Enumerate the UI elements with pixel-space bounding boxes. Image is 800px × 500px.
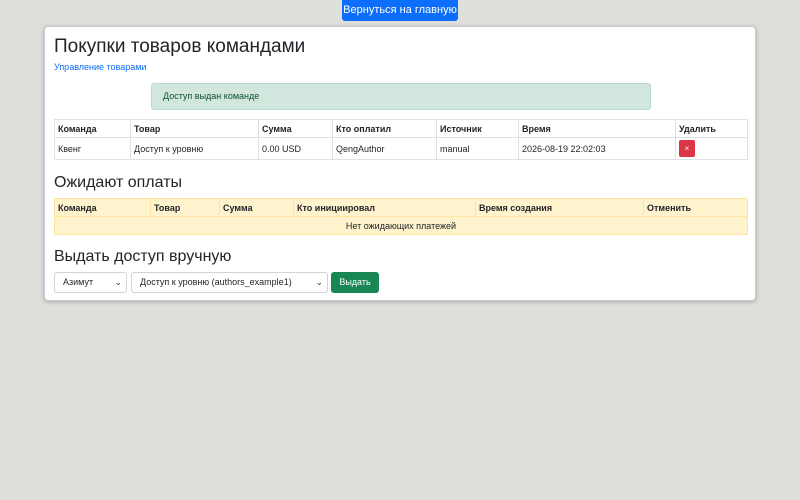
column-header-initiator: Кто инициировал: [293, 198, 476, 217]
table-header-row: Команда Товар Сумма Кто инициировал Врем…: [54, 198, 748, 217]
product-select[interactable]: Доступ к уровню (authors_example1) ⌄: [131, 272, 328, 293]
delete-button[interactable]: ×: [679, 140, 695, 157]
cell-product: Доступ к уровню: [130, 137, 259, 160]
product-select-value: Доступ к уровню (authors_example1): [140, 277, 292, 287]
purchases-table: Команда Товар Сумма Кто оплатил Источник…: [54, 119, 748, 160]
purchases-card: Покупки товаров командами Управление тов…: [44, 26, 756, 301]
column-header-product: Товар: [130, 119, 259, 138]
cell-time: 2026-08-19 22:02:03: [518, 137, 676, 160]
team-select[interactable]: Азимут ⌄: [54, 272, 127, 293]
manage-products-link[interactable]: Управление товарами: [54, 62, 146, 72]
column-header-delete: Удалить: [675, 119, 748, 138]
cell-delete: ×: [675, 137, 748, 160]
cell-payer: QengAuthor: [332, 137, 437, 160]
home-button[interactable]: Вернуться на главную: [342, 0, 458, 21]
success-alert: Доступ выдан команде: [151, 83, 651, 110]
column-header-amount: Сумма: [258, 119, 333, 138]
table-row: Нет ожидающих платежей: [54, 216, 748, 235]
column-header-amount: Сумма: [219, 198, 294, 217]
column-header-payer: Кто оплатил: [332, 119, 437, 138]
column-header-time: Время: [518, 119, 676, 138]
grant-button[interactable]: Выдать: [331, 272, 379, 293]
table-row: Квенг Доступ к уровню 0.00 USD QengAutho…: [54, 137, 748, 160]
column-header-team: Команда: [54, 119, 131, 138]
column-header-source: Источник: [436, 119, 519, 138]
column-header-cancel: Отменить: [643, 198, 748, 217]
pending-table: Команда Товар Сумма Кто инициировал Врем…: [54, 198, 748, 235]
table-header-row: Команда Товар Сумма Кто оплатил Источник…: [54, 119, 748, 138]
chevron-down-icon: ⌄: [114, 277, 122, 287]
cell-amount: 0.00 USD: [258, 137, 333, 160]
pending-section-title: Ожидают оплаты: [54, 174, 183, 191]
chevron-down-icon: ⌄: [315, 277, 323, 287]
column-header-team: Команда: [54, 198, 151, 217]
column-header-created: Время создания: [475, 198, 644, 217]
team-select-value: Азимут: [63, 277, 94, 287]
empty-message: Нет ожидающих платежей: [54, 216, 748, 235]
cell-team: Квенг: [54, 137, 131, 160]
column-header-product: Товар: [150, 198, 220, 217]
grant-section-title: Выдать доступ вручную: [54, 248, 232, 265]
cell-source: manual: [436, 137, 519, 160]
page-title: Покупки товаров командами: [54, 36, 306, 57]
